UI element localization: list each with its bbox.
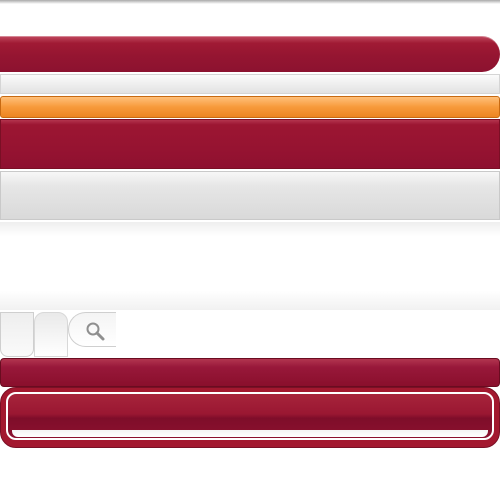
content-header xyxy=(0,171,500,220)
content-panel xyxy=(0,222,500,310)
navigation-bar xyxy=(0,119,500,169)
tab-left[interactable] xyxy=(0,312,34,357)
highlight-strip[interactable] xyxy=(0,96,500,118)
tab-middle[interactable] xyxy=(34,312,68,357)
search-icon[interactable] xyxy=(84,320,106,342)
header-bar xyxy=(0,36,500,72)
top-shadow xyxy=(0,0,500,4)
footer-frame-base xyxy=(12,430,488,437)
dark-bar xyxy=(0,358,500,387)
toolbar-strip xyxy=(0,74,500,94)
